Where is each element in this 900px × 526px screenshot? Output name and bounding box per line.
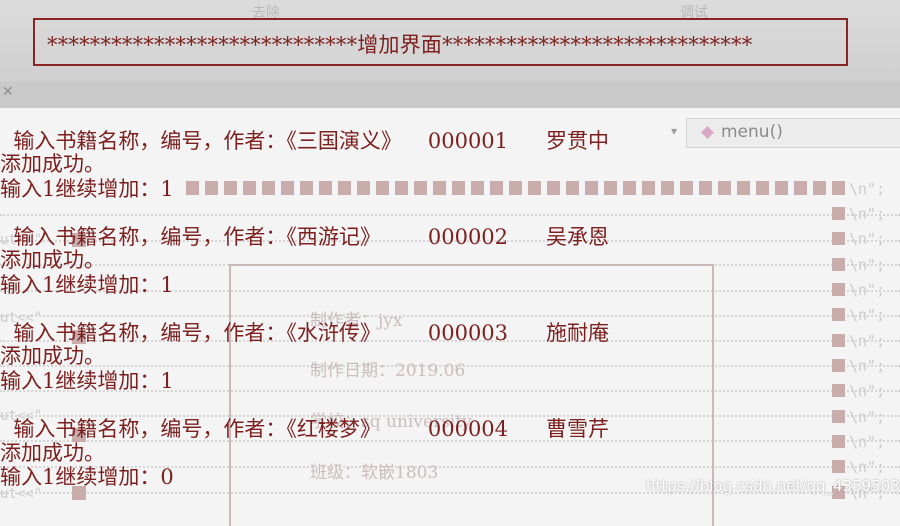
function-dropdown[interactable]: ▾ menu()	[671, 118, 900, 148]
page-title: *****************************增加界面*******…	[47, 33, 753, 57]
book-name: 《红楼梦》	[286, 417, 381, 441]
book-id: 000001	[427, 129, 509, 153]
chevron-down-icon: ▾	[671, 124, 678, 138]
book-input-line: 输入书籍名称，编号，作者：《三国演义》 000001 罗贯中	[0, 101, 609, 155]
book-name: 《三国演义》	[286, 129, 402, 153]
function-dropdown-label: menu()	[721, 122, 783, 142]
book-id: 000004	[427, 417, 509, 441]
string-fill	[832, 207, 845, 220]
book-name: 《水浒传》	[286, 321, 381, 345]
newline-token: \n";	[849, 256, 886, 274]
book-author: 吴承恩	[546, 225, 610, 249]
string-fill	[832, 410, 845, 423]
watermark: https://blog.csdn.net/qq_43595030	[646, 477, 900, 495]
book-id: 000003	[427, 321, 509, 345]
book-author: 罗贯中	[546, 129, 610, 153]
newline-token: \n";	[849, 306, 886, 324]
newline-token: \n";	[849, 382, 886, 400]
string-fill	[186, 181, 846, 195]
string-fill	[832, 359, 845, 372]
newline-token: \n";	[849, 180, 886, 198]
string-fill	[832, 334, 845, 347]
book-author: 施耐庵	[546, 321, 610, 345]
page-title-box: *****************************增加界面*******…	[33, 18, 848, 66]
book-input-line: 输入书籍名称，编号，作者：《水浒传》 000003 施耐庵	[0, 293, 609, 347]
close-icon[interactable]: ✕	[2, 84, 14, 100]
newline-token: \n";	[849, 408, 886, 426]
book-id: 000002	[427, 225, 509, 249]
string-fill	[832, 232, 845, 245]
continue-prompt: 输入1继续增加：0	[0, 465, 174, 489]
newline-token: \n";	[849, 332, 886, 350]
info-line: 班级：软嵌1803	[310, 463, 439, 483]
info-line: 制作日期：2019.06	[310, 361, 466, 381]
newline-token: \n";	[849, 230, 886, 248]
newline-token: \n";	[849, 357, 886, 375]
string-fill	[832, 283, 845, 296]
newline-token: \n";	[849, 205, 886, 223]
string-fill	[832, 435, 845, 448]
string-fill	[832, 384, 845, 397]
book-input-line: 输入书籍名称，编号，作者：《西游记》 000002 吴承恩	[0, 197, 609, 251]
newline-token: \n";	[849, 433, 886, 451]
string-fill	[832, 308, 845, 321]
string-fill	[832, 460, 845, 473]
function-icon	[701, 126, 714, 139]
string-fill	[832, 258, 845, 271]
newline-token: \n";	[849, 281, 886, 299]
book-input-line: 输入书籍名称，编号，作者：《红楼梦》 000004 曹雪芹	[0, 389, 609, 443]
book-name: 《西游记》	[286, 225, 381, 249]
book-author: 曹雪芹	[546, 417, 610, 441]
newline-token: \n";	[849, 458, 886, 476]
